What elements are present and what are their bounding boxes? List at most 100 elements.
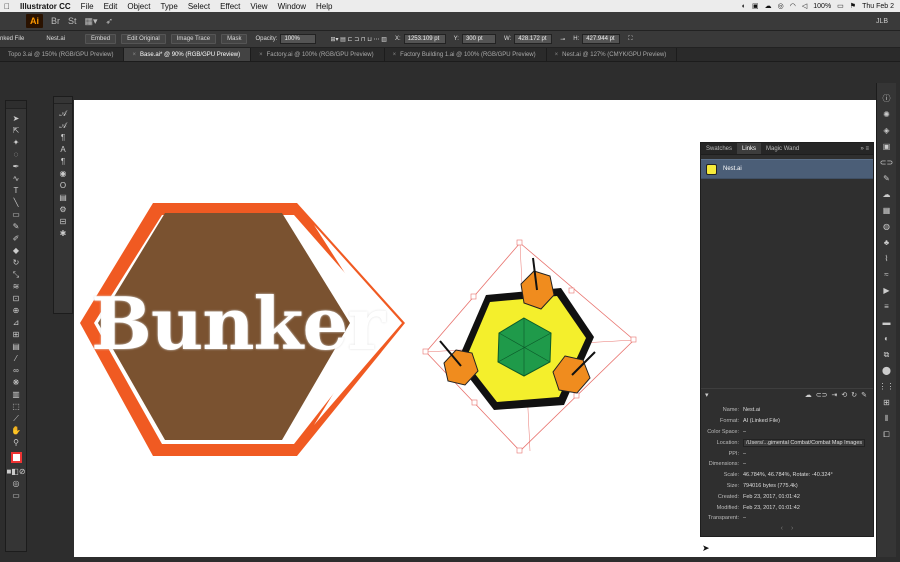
- menu-file[interactable]: File: [76, 2, 99, 11]
- menubar-clock[interactable]: Thu Feb 2: [862, 3, 894, 10]
- close-icon[interactable]: ×: [555, 52, 559, 58]
- magic-wand-tool-icon[interactable]: ✦: [9, 137, 23, 148]
- graphic-styles-icon[interactable]: ▤: [56, 192, 70, 203]
- distribute-icon[interactable]: ⫴: [880, 413, 894, 424]
- menu-window[interactable]: Window: [273, 2, 311, 11]
- selection-handle[interactable]: [516, 447, 523, 454]
- link-item[interactable]: Nest.ai: [701, 159, 873, 179]
- blend-tool-icon[interactable]: ∞: [9, 365, 23, 376]
- gpu-performance-icon[interactable]: ➶: [106, 16, 114, 27]
- info-icon[interactable]: ⓘ: [880, 93, 894, 104]
- mask-button[interactable]: Mask: [221, 34, 248, 44]
- gradient-tool-icon[interactable]: ▤: [9, 341, 23, 352]
- tab-base[interactable]: × Base.ai* @ 90% (RGB/GPU Preview): [124, 48, 252, 61]
- linked-file-label[interactable]: nked File: [0, 36, 24, 42]
- user-workspace[interactable]: JLB: [876, 18, 888, 25]
- linked-file-name[interactable]: Nest.ai: [46, 36, 65, 42]
- panel-menu-icon[interactable]: » ≡: [860, 143, 873, 154]
- fill-stroke-swatch-icon[interactable]: [9, 449, 23, 465]
- brushes-icon[interactable]: ⌇: [880, 253, 894, 264]
- color-guide-icon[interactable]: ◍: [880, 221, 894, 232]
- bunker-title[interactable]: Bunker: [91, 288, 385, 360]
- symbols-icon[interactable]: ⚙: [56, 204, 70, 215]
- rectangle-tool-icon[interactable]: ▭: [9, 209, 23, 220]
- close-icon[interactable]: ×: [393, 52, 397, 58]
- rotate-tool-icon[interactable]: ↻: [9, 257, 23, 268]
- menu-app[interactable]: Illustrator CC: [15, 2, 76, 11]
- cc-library-icon[interactable]: ☁: [805, 391, 812, 399]
- selection-handle[interactable]: [422, 348, 429, 355]
- layers-icon[interactable]: ◈: [880, 125, 894, 136]
- image-trace-button[interactable]: Image Trace: [170, 34, 217, 44]
- tray-icon[interactable]: ◎: [778, 2, 784, 10]
- flag-icon[interactable]: ⚑: [850, 2, 856, 10]
- lasso-tool-icon[interactable]: ◌: [9, 149, 23, 160]
- properties-icon[interactable]: ✺: [880, 109, 894, 120]
- pen-tool-icon[interactable]: ✒: [9, 161, 23, 172]
- menu-help[interactable]: Help: [311, 2, 337, 11]
- scale-tool-icon[interactable]: ⤡: [9, 269, 23, 280]
- swatches-icon[interactable]: ▦: [880, 205, 894, 216]
- h-field[interactable]: 427.944 pt: [582, 34, 621, 44]
- opentype-icon[interactable]: ◉: [56, 168, 70, 179]
- svg-icon[interactable]: ≈: [880, 269, 894, 280]
- eyedropper-tool-icon[interactable]: ⁄: [9, 353, 23, 364]
- menu-object[interactable]: Object: [122, 2, 155, 11]
- line-tool-icon[interactable]: ╲: [9, 197, 23, 208]
- wifi-icon[interactable]: ◠: [790, 2, 796, 10]
- menu-effect[interactable]: Effect: [215, 2, 245, 11]
- slice-tool-icon[interactable]: ⟋: [9, 413, 23, 424]
- next-link-icon[interactable]: ›: [791, 525, 793, 532]
- pencil-icon[interactable]: ✎: [880, 173, 894, 184]
- appearance-icon[interactable]: O: [56, 180, 70, 191]
- selection-handle[interactable]: [516, 239, 523, 246]
- w-field[interactable]: 428.172 pt: [514, 34, 553, 44]
- character-icon[interactable]: A: [56, 144, 70, 155]
- perspective-grid-tool-icon[interactable]: ⊿: [9, 317, 23, 328]
- grid-icon[interactable]: ⋮⋮: [879, 381, 895, 392]
- libraries-icon[interactable]: ☁: [880, 189, 894, 200]
- tray-icon[interactable]: ◐: [742, 3, 746, 10]
- asset-export-icon[interactable]: ✱: [56, 228, 70, 239]
- edit-original-button[interactable]: Edit Original: [121, 34, 166, 44]
- align-icon[interactable]: ≡: [880, 301, 894, 312]
- refresh-icon[interactable]: ↻: [851, 391, 857, 399]
- tab-swatches[interactable]: Swatches: [701, 143, 737, 154]
- constrain-icon[interactable]: ⊸: [560, 36, 565, 43]
- tab-factory[interactable]: × Factory.ai @ 100% (RGB/GPU Preview): [251, 48, 385, 61]
- prev-link-icon[interactable]: ‹: [781, 525, 783, 532]
- tab-links[interactable]: Links: [737, 143, 762, 154]
- tray-icon[interactable]: ☁: [765, 2, 772, 10]
- char-styles-icon[interactable]: 𝒜: [56, 108, 70, 119]
- shaper-tool-icon[interactable]: ✐: [9, 233, 23, 244]
- edit-original-icon[interactable]: ✎: [861, 391, 867, 399]
- menu-type[interactable]: Type: [155, 2, 182, 11]
- battery-percent[interactable]: 100%: [813, 3, 831, 10]
- tab-factory-building[interactable]: × Factory Building 1.ai @ 100% (RGB/GPU P…: [385, 48, 547, 61]
- paragraph-icon[interactable]: ¶: [56, 156, 70, 167]
- selection-handle[interactable]: [630, 336, 637, 343]
- volume-icon[interactable]: ◁: [802, 2, 807, 10]
- paintbrush-tool-icon[interactable]: ✎: [9, 221, 23, 232]
- selection-tool-icon[interactable]: ➤: [9, 113, 23, 124]
- shape-builder-tool-icon[interactable]: ⊕: [9, 305, 23, 316]
- tab-topo[interactable]: Topo 3.ai @ 150% (RGB/GPU Preview): [0, 48, 125, 61]
- width-tool-icon[interactable]: ≋: [9, 281, 23, 292]
- free-transform-tool-icon[interactable]: ⊡: [9, 293, 23, 304]
- screen-mode-icon[interactable]: ▭: [9, 490, 23, 501]
- glyphs-icon[interactable]: ¶: [56, 132, 70, 143]
- zoom-tool-icon[interactable]: ⚲: [9, 437, 23, 448]
- mesh-tool-icon[interactable]: ⊞: [9, 329, 23, 340]
- type-tool-icon[interactable]: T: [9, 185, 23, 196]
- links-icon[interactable]: ⊂⊃: [880, 157, 894, 168]
- x-field[interactable]: 1253.109 pt: [403, 34, 446, 44]
- tray-icon[interactable]: ▣: [752, 2, 759, 10]
- artboards-icon[interactable]: ⊟: [56, 216, 70, 227]
- curvature-tool-icon[interactable]: ∿: [9, 173, 23, 184]
- gradient-icon[interactable]: ⬤: [880, 365, 894, 376]
- embed-button[interactable]: Embed: [85, 34, 117, 44]
- column-graph-tool-icon[interactable]: ▥: [9, 389, 23, 400]
- eraser-tool-icon[interactable]: ◆: [9, 245, 23, 256]
- selection-handle[interactable]: [471, 399, 478, 406]
- selection-handle[interactable]: [573, 392, 580, 399]
